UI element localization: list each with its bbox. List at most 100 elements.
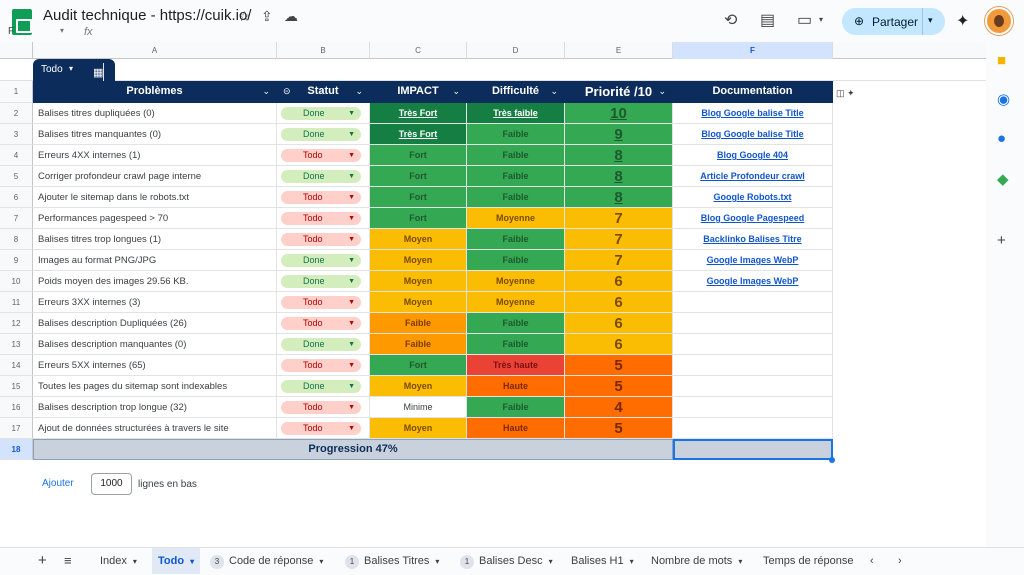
cell-priorite[interactable]: 8 [565,145,673,166]
status-chip[interactable]: Todo ▼ [281,233,361,246]
row-number[interactable]: 16 [0,397,33,418]
header-impact[interactable]: IMPACT ⌄ [370,81,467,103]
row-number[interactable]: 4 [0,145,33,166]
cell-priorite[interactable]: 5 [565,418,673,439]
progress-summary-cell[interactable]: Progression 47% [33,439,673,460]
cell-priorite[interactable]: 10 [565,103,673,124]
cell-probleme[interactable]: Ajouter le sitemap dans le robots.txt [33,187,277,208]
row-number[interactable]: 5 [0,166,33,187]
selected-cell[interactable] [673,439,833,460]
cell-documentation-link[interactable]: Blog Google balise Title [673,124,833,145]
cell-priorite[interactable]: 7 [565,250,673,271]
status-chip[interactable]: Todo ▼ [281,149,361,162]
cell-priorite[interactable]: 6 [565,334,673,355]
cell-difficulte[interactable]: Faible [467,187,565,208]
cell-impact[interactable]: Fort [370,355,467,376]
cell-difficulte[interactable]: Faible [467,229,565,250]
row-number[interactable]: 15 [0,376,33,397]
cell-probleme[interactable]: Balises titres trop longues (1) [33,229,277,250]
add-sheet-icon[interactable]: + [38,548,47,574]
cell-priorite[interactable]: 4 [565,397,673,418]
cell-probleme[interactable]: Corriger profondeur crawl page interne [33,166,277,187]
cell-difficulte[interactable]: Haute [467,418,565,439]
cell-impact[interactable]: Très Fort [370,103,467,124]
cell-impact[interactable]: Moyen [370,271,467,292]
row-number[interactable]: 14 [0,355,33,376]
header-problemes[interactable]: Problèmes ⌄ [33,81,277,103]
cell-probleme[interactable]: Balises titres manquantes (0) [33,124,277,145]
cell-impact[interactable]: Fort [370,166,467,187]
status-chip[interactable]: Todo ▼ [281,191,361,204]
cell-difficulte[interactable]: Haute [467,376,565,397]
document-title[interactable]: Audit technique - https://cuik.io/ [43,7,251,24]
cell-impact[interactable]: Fort [370,145,467,166]
cloud-icon[interactable]: ☁ [284,8,298,25]
cell-priorite[interactable]: 5 [565,355,673,376]
cell-probleme[interactable]: Performances pagespeed > 70 [33,208,277,229]
cell-impact[interactable]: Fort [370,187,467,208]
cell-statut[interactable]: Done ▼ [277,250,370,271]
cell-documentation-link[interactable] [673,355,833,376]
cell-statut[interactable]: Todo ▼ [277,397,370,418]
cell-statut[interactable]: Todo ▼ [277,145,370,166]
cell-difficulte[interactable]: Très faible [467,103,565,124]
all-sheets-icon[interactable]: ≡ [64,548,72,574]
status-chip[interactable]: Done ▼ [281,128,361,141]
row-number[interactable]: 3 [0,124,33,145]
cell-priorite[interactable]: 5 [565,376,673,397]
add-rows-button[interactable]: Ajouter [42,478,74,489]
cell-probleme[interactable]: Poids moyen des images 29.56 KB. [33,271,277,292]
cell-priorite[interactable]: 9 [565,124,673,145]
cell-statut[interactable]: Todo ▼ [277,313,370,334]
cell-difficulte[interactable]: Faible [467,334,565,355]
cell-statut[interactable]: Todo ▼ [277,418,370,439]
cell-priorite[interactable]: 7 [565,229,673,250]
cell-priorite[interactable]: 7 [565,208,673,229]
column-header-f[interactable]: F [673,42,833,59]
row-number[interactable]: 7 [0,208,33,229]
cell-difficulte[interactable]: Faible [467,313,565,334]
column-header-b[interactable]: B [277,42,370,59]
cell-statut[interactable]: Done ▼ [277,103,370,124]
cell-difficulte[interactable]: Moyenne [467,271,565,292]
cell-priorite[interactable]: 6 [565,271,673,292]
sheet-tab[interactable]: Balises H1 ▾ [571,548,634,574]
cell-probleme[interactable]: Erreurs 4XX internes (1) [33,145,277,166]
row-number[interactable]: 2 [0,103,33,124]
name-box-dropdown-icon[interactable]: ▾ [60,26,64,35]
cell-statut[interactable]: Done ▼ [277,334,370,355]
row-number[interactable]: 11 [0,292,33,313]
row-number[interactable]: 10 [0,271,33,292]
cell-documentation-link[interactable]: Google Images WebP [673,271,833,292]
cell-documentation-link[interactable] [673,418,833,439]
cell-documentation-link[interactable]: Backlinko Balises Titre [673,229,833,250]
cell-priorite[interactable]: 6 [565,313,673,334]
cell-impact[interactable]: Moyen [370,292,467,313]
cell-difficulte[interactable]: Moyenne [467,208,565,229]
column-header-a[interactable]: A [33,42,277,59]
chevron-down-icon[interactable]: ⌄ [658,81,666,102]
add-addon-icon[interactable]: + [997,232,1006,249]
cell-documentation-link[interactable] [673,376,833,397]
share-button[interactable]: ⊕ Partager ▾ [842,8,945,35]
cell-statut[interactable]: Todo ▼ [277,208,370,229]
cell-impact[interactable]: Très Fort [370,124,467,145]
cell-statut[interactable]: Todo ▼ [277,355,370,376]
cell-statut[interactable]: Done ▼ [277,271,370,292]
status-chip[interactable]: Done ▼ [281,170,361,183]
cell-statut[interactable]: Done ▼ [277,124,370,145]
header-priorite[interactable]: Priorité /10 ⌄ [565,81,673,103]
header-statut[interactable]: ⊝ Statut ⌄ [277,81,370,103]
add-rows-count-input[interactable]: 1000 [91,473,132,495]
cell-probleme[interactable]: Balises titres dupliquées (0) [33,103,277,124]
status-chip[interactable]: Todo ▼ [281,401,361,414]
star-icon[interactable]: ☆ [238,8,251,25]
add-column-icon[interactable]: ✦ [847,88,855,98]
chevron-down-icon[interactable]: ⌄ [355,81,363,102]
cell-priorite[interactable]: 8 [565,187,673,208]
cell-probleme[interactable]: Toutes les pages du sitemap sont indexab… [33,376,277,397]
cell-documentation-link[interactable] [673,334,833,355]
row-number[interactable]: 17 [0,418,33,439]
scroll-tabs-left-icon[interactable]: ‹ [870,548,874,574]
cell-documentation-link[interactable]: Google Robots.txt [673,187,833,208]
